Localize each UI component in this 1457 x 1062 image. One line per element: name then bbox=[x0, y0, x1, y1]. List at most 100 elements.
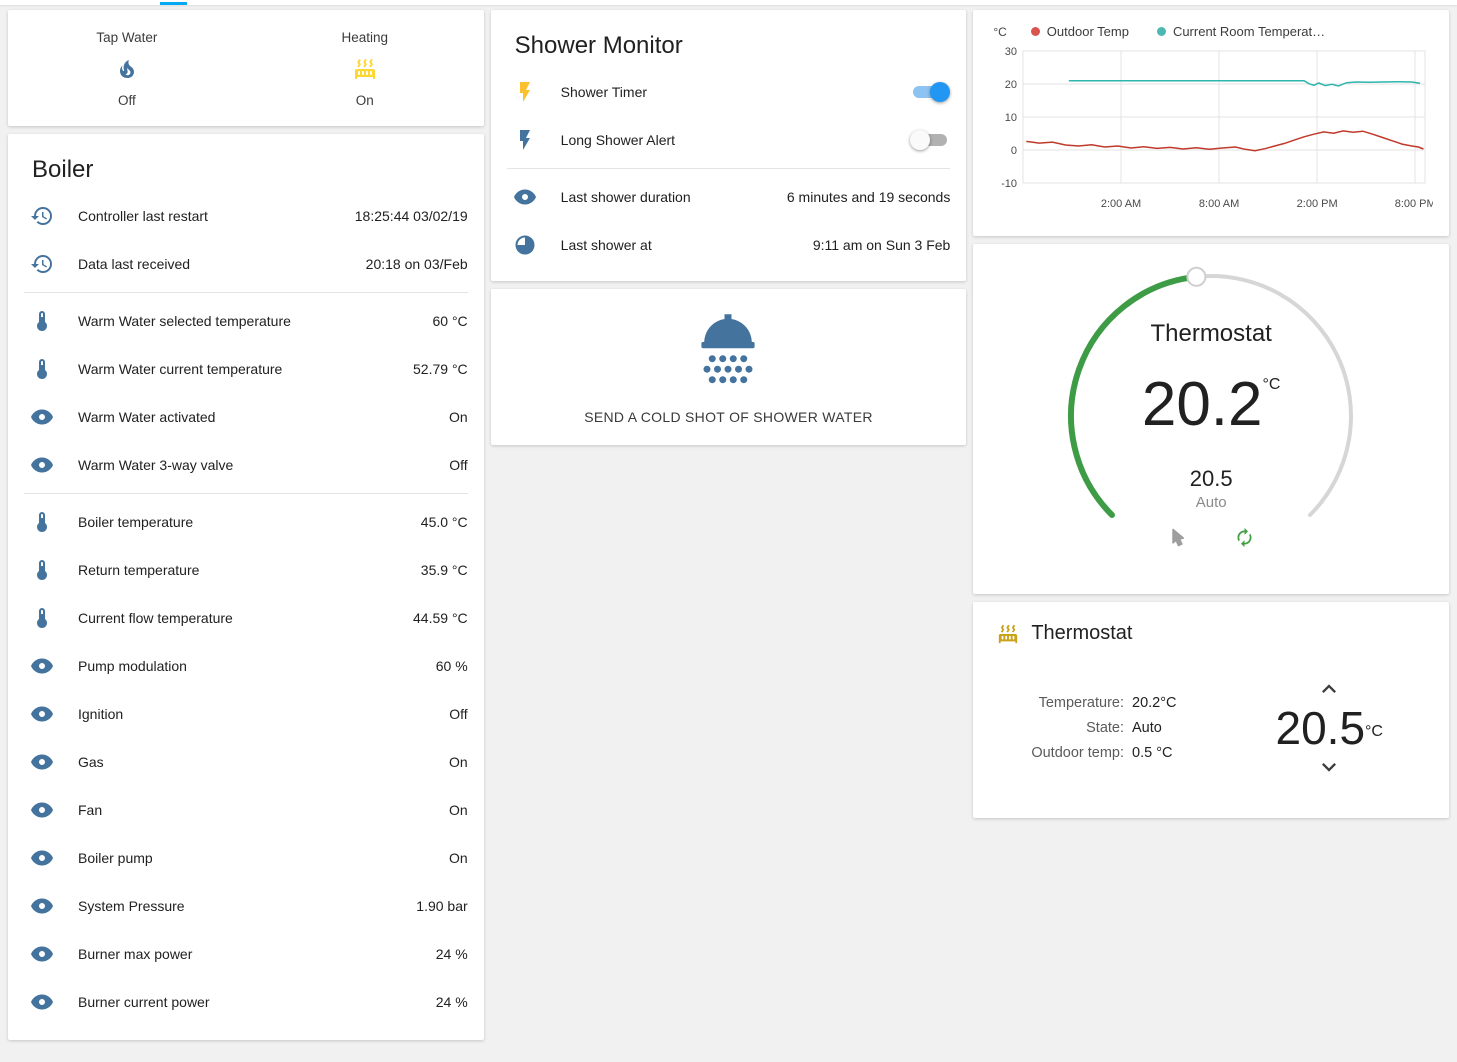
shower-timer-toggle[interactable] bbox=[910, 82, 950, 102]
attribute-label: State: bbox=[1031, 720, 1124, 736]
entity-name: Gas bbox=[78, 754, 437, 770]
glance-state: On bbox=[356, 93, 374, 108]
glance-state: Off bbox=[118, 93, 136, 108]
cold-shot-label: SEND A COLD SHOT OF SHOWER WATER bbox=[584, 409, 873, 425]
entity-row[interactable]: Return temperature 35.9 °C bbox=[8, 546, 484, 594]
eye-icon bbox=[30, 894, 54, 918]
entity-value: 6 minutes and 19 seconds bbox=[787, 189, 950, 205]
x-tick-label: 2:00 AM bbox=[1101, 198, 1141, 210]
entity-row[interactable]: Gas On bbox=[8, 738, 484, 786]
temperature-unit: °C bbox=[1263, 376, 1281, 393]
entity-value: 60 °C bbox=[432, 313, 467, 329]
legend-dot bbox=[1031, 27, 1040, 36]
divider bbox=[24, 292, 468, 293]
attribute-value: 0.5 °C bbox=[1132, 745, 1177, 761]
entity-row[interactable]: Fan On bbox=[8, 786, 484, 834]
shower-monitor-card: Shower Monitor Shower Timer Long Shower … bbox=[491, 10, 967, 281]
entity-row[interactable]: Pump modulation 60 % bbox=[8, 642, 484, 690]
y-tick-label: 30 bbox=[1005, 46, 1017, 58]
entity-row[interactable]: Warm Water activated On bbox=[8, 393, 484, 441]
legend-dot bbox=[1157, 27, 1166, 36]
glance-label: Tap Water bbox=[96, 30, 157, 45]
glance-item-heating[interactable]: Heating On bbox=[246, 30, 484, 108]
entity-value: 52.79 °C bbox=[413, 361, 468, 377]
clock-icon bbox=[513, 233, 537, 257]
entity-value: On bbox=[449, 754, 468, 770]
pointer-icon[interactable] bbox=[1167, 527, 1188, 548]
flash-icon bbox=[513, 128, 537, 152]
eye-icon bbox=[30, 405, 54, 429]
entity-row[interactable]: Current flow temperature 44.59 °C bbox=[8, 594, 484, 642]
entity-row[interactable]: Last shower duration 6 minutes and 19 se… bbox=[491, 173, 967, 221]
card-title: Shower Monitor bbox=[491, 10, 967, 68]
entity-row[interactable]: System Pressure 1.90 bar bbox=[8, 882, 484, 930]
entity-value: On bbox=[449, 802, 468, 818]
entity-row[interactable]: Last shower at 9:11 am on Sun 3 Feb bbox=[491, 221, 967, 269]
attribute-label: Temperature: bbox=[1031, 695, 1124, 711]
entity-row[interactable]: Burner max power 24 % bbox=[8, 930, 484, 978]
radiator-icon bbox=[353, 57, 377, 81]
eye-icon bbox=[30, 846, 54, 870]
eye-icon bbox=[30, 453, 54, 477]
legend-label: Current Room Temperat… bbox=[1173, 24, 1325, 39]
entity-name: Fan bbox=[78, 802, 437, 818]
thermostat-info-card: Thermostat Temperature: 20.2°C State: Au… bbox=[973, 602, 1449, 818]
entity-value: Off bbox=[449, 457, 467, 473]
entity-value: 44.59 °C bbox=[413, 610, 468, 626]
thermometer-icon bbox=[30, 558, 54, 582]
glance-label: Heating bbox=[341, 30, 388, 45]
thermometer-icon bbox=[30, 510, 54, 534]
entity-name: Warm Water selected temperature bbox=[78, 313, 420, 329]
current-temperature: 20.2°C bbox=[1142, 374, 1281, 436]
autorenew-icon[interactable] bbox=[1234, 527, 1255, 548]
glance-item-tap-water[interactable]: Tap Water Off bbox=[8, 30, 246, 108]
entity-name: Burner current power bbox=[78, 994, 424, 1010]
entity-row[interactable]: Shower Timer bbox=[491, 68, 967, 116]
entity-row[interactable]: Warm Water current temperature 52.79 °C bbox=[8, 345, 484, 393]
eye-icon bbox=[30, 750, 54, 774]
y-tick-label: 0 bbox=[1011, 145, 1017, 157]
x-tick-label: 8:00 AM bbox=[1199, 198, 1239, 210]
entity-row[interactable]: Boiler pump On bbox=[8, 834, 484, 882]
entity-row[interactable]: Data last received 20:18 on 03/Feb bbox=[8, 240, 484, 288]
entity-row[interactable]: Boiler temperature 45.0 °C bbox=[8, 498, 484, 546]
active-tab-indicator[interactable] bbox=[160, 2, 187, 5]
boiler-card: Boiler Controller last restart 18:25:44 … bbox=[8, 134, 484, 1040]
dial-content: Thermostat 20.2°C 20.5 Auto bbox=[973, 244, 1449, 594]
fire-icon bbox=[115, 57, 139, 81]
setpoint-value: 20.5°C bbox=[1276, 705, 1383, 751]
entity-row[interactable]: Warm Water 3-way valve Off bbox=[8, 441, 484, 489]
entity-row[interactable]: Controller last restart 18:25:44 03/02/1… bbox=[8, 192, 484, 240]
eye-icon bbox=[30, 942, 54, 966]
entity-name: Boiler temperature bbox=[78, 514, 409, 530]
hvac-mode: Auto bbox=[1196, 494, 1227, 511]
entity-name: Long Shower Alert bbox=[561, 132, 911, 148]
entity-row[interactable]: Long Shower Alert bbox=[491, 116, 967, 164]
entity-name: Warm Water 3-way valve bbox=[78, 457, 437, 473]
legend-item-room-temp: Current Room Temperat… bbox=[1157, 24, 1325, 39]
y-tick-label: -10 bbox=[1001, 178, 1017, 190]
setpoint-stepper: 20.5°C bbox=[1276, 675, 1383, 781]
tab-bar bbox=[0, 0, 1457, 5]
clock-restart-icon bbox=[30, 252, 54, 276]
entity-row[interactable]: Ignition Off bbox=[8, 690, 484, 738]
entity-name: Pump modulation bbox=[78, 658, 424, 674]
entity-value: 1.90 bar bbox=[416, 898, 467, 914]
entity-row[interactable]: Burner current power 24 % bbox=[8, 978, 484, 1026]
legend-item-outdoor-temp: Outdoor Temp bbox=[1031, 24, 1129, 39]
entity-row[interactable]: Warm Water selected temperature 60 °C bbox=[8, 297, 484, 345]
entity-value: 9:11 am on Sun 3 Feb bbox=[813, 237, 951, 253]
eye-icon bbox=[513, 185, 537, 209]
flash-icon bbox=[513, 80, 537, 104]
chevron-down-icon[interactable] bbox=[1315, 753, 1343, 781]
eye-icon bbox=[30, 702, 54, 726]
entity-value: Off bbox=[449, 706, 467, 722]
y-tick-label: 10 bbox=[1005, 112, 1017, 124]
cold-shot-button[interactable]: SEND A COLD SHOT OF SHOWER WATER bbox=[491, 289, 967, 445]
current-temperature-value: 20.2 bbox=[1142, 370, 1263, 439]
entity-name: Ignition bbox=[78, 706, 437, 722]
entity-value: 35.9 °C bbox=[421, 562, 468, 578]
entity-value: 20:18 on 03/Feb bbox=[366, 256, 468, 272]
chevron-up-icon[interactable] bbox=[1315, 675, 1343, 703]
long-shower-alert-toggle[interactable] bbox=[910, 130, 950, 150]
